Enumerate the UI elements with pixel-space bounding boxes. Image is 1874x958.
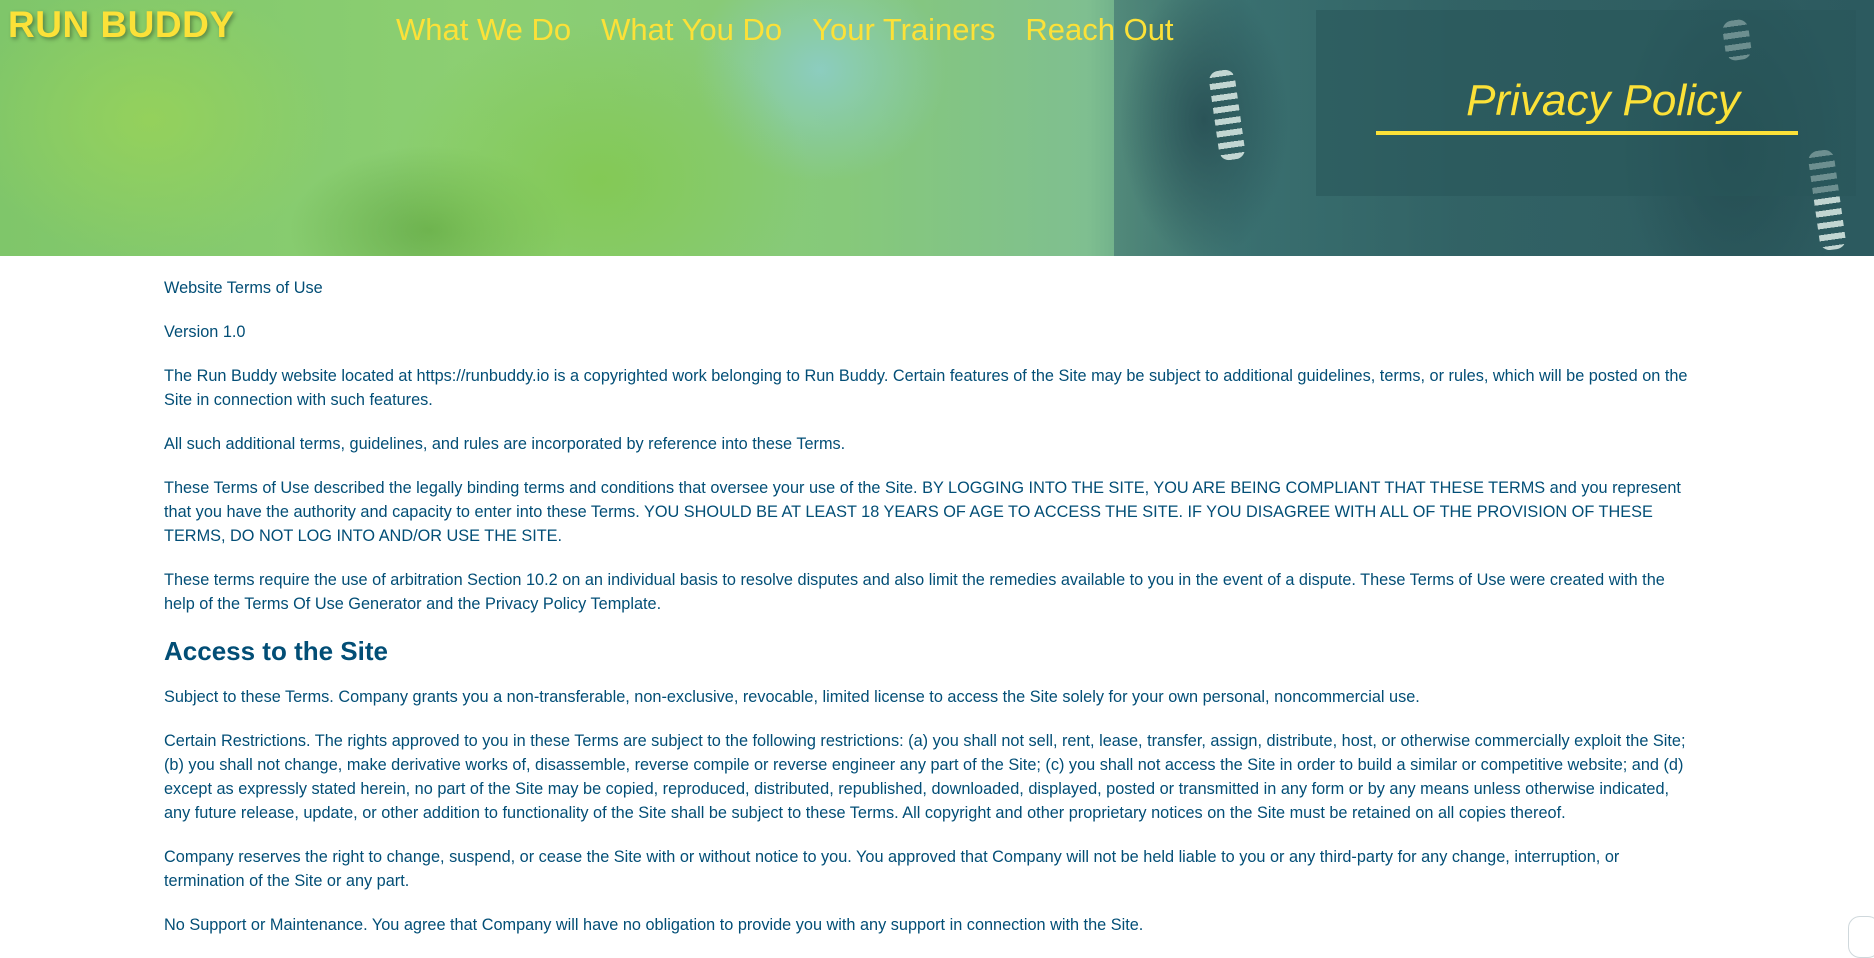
- runner-sleeve-stripes: [1207, 68, 1247, 162]
- access-paragraph: Certain Restrictions. The rights approve…: [164, 732, 1686, 822]
- intro-paragraph: The Run Buddy website located at https:/…: [164, 367, 1688, 409]
- version-text: Version 1.0: [164, 323, 246, 341]
- main-nav: What We Do What You Do Your Trainers Rea…: [396, 12, 1174, 48]
- nav-link-what-we-do[interactable]: What We Do: [396, 12, 571, 48]
- site-logo[interactable]: RUN BUDDY: [8, 4, 235, 46]
- hero-header: RUN BUDDY What We Do What You Do Your Tr…: [0, 0, 1874, 256]
- page-title-box: Privacy Policy: [1316, 10, 1856, 196]
- page-title: Privacy Policy: [1466, 76, 1740, 125]
- intro-paragraph: These Terms of Use described the legally…: [164, 479, 1681, 545]
- chat-widget-corner[interactable]: [1848, 916, 1874, 958]
- access-paragraph: No Support or Maintenance. You agree tha…: [164, 916, 1144, 934]
- intro-paragraph: All such additional terms, guidelines, a…: [164, 435, 846, 453]
- intro-paragraph: These terms require the use of arbitrati…: [164, 571, 1665, 613]
- document-title: Website Terms of Use: [164, 279, 323, 297]
- nav-link-your-trainers[interactable]: Your Trainers: [812, 12, 995, 48]
- nav-link-what-you-do[interactable]: What You Do: [601, 12, 782, 48]
- terms-content: Website Terms of Use Version 1.0 The Run…: [164, 256, 1694, 957]
- access-paragraph: Company reserves the right to change, su…: [164, 848, 1620, 890]
- title-underline: [1376, 131, 1798, 135]
- access-paragraph: Subject to these Terms. Company grants y…: [164, 688, 1420, 706]
- nav-link-reach-out[interactable]: Reach Out: [1025, 12, 1173, 48]
- section-heading-access: Access to the Site: [164, 636, 388, 666]
